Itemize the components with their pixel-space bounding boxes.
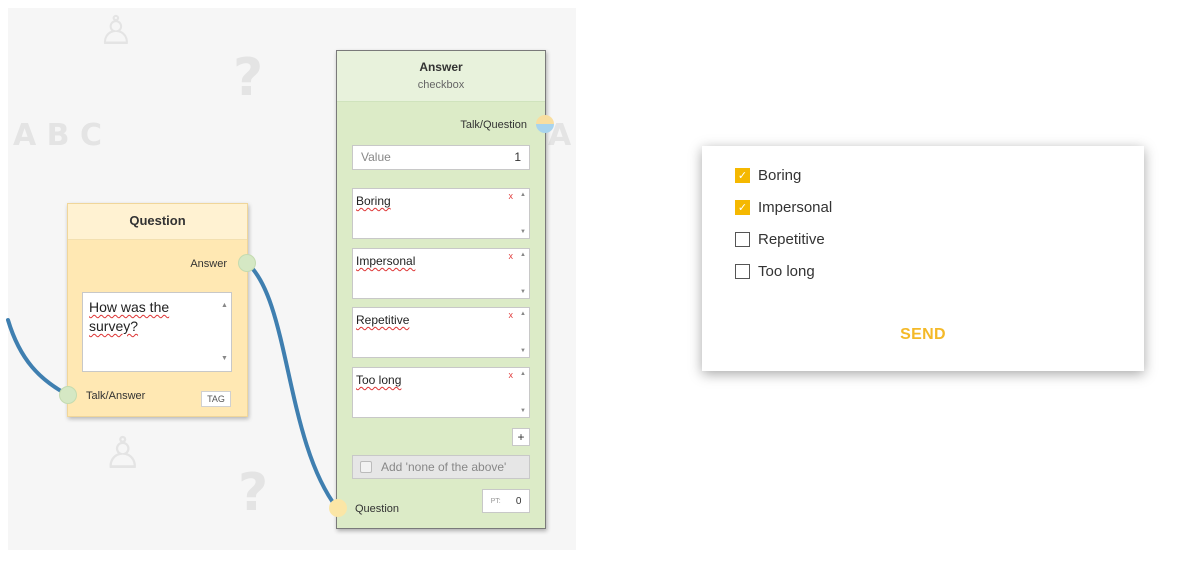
question-text-line1: How was the [89,299,170,315]
speech-bubble-doodle-icon-2: ? [238,463,269,523]
tag-button[interactable]: TAG [201,391,231,407]
answer-node[interactable]: Answer checkbox Talk/Question Value 1 Bo… [336,50,546,529]
none-of-above-label: Add 'none of the above' [381,460,507,474]
choice-label: Impersonal [758,199,833,216]
remove-option-icon[interactable]: x [509,191,514,201]
answer-node-type: checkbox [417,79,465,91]
value-placeholder: Value [361,150,391,164]
question-talk-answer-input-port[interactable] [59,386,77,404]
bunny-doodle-icon-2: ♙ [103,428,143,479]
answer-question-input-port[interactable] [329,499,347,517]
option-scrollbar[interactable]: ▲ ▼ [518,190,528,237]
option-text: Repetitive [356,313,410,327]
choice-label: Repetitive [758,231,825,248]
remove-option-icon[interactable]: x [509,251,514,261]
option-input-impersonal[interactable]: Impersonal x ▲ ▼ [352,248,530,299]
choice-impersonal[interactable]: ✓ Impersonal [735,199,832,216]
option-scrollbar[interactable]: ▲ ▼ [518,309,528,356]
talk-answer-port-label: Talk/Answer [86,390,146,402]
option-text: Boring [356,194,391,208]
option-scrollbar[interactable]: ▲ ▼ [518,369,528,416]
option-scrollbar[interactable]: ▲ ▼ [518,250,528,297]
option-text: Too long [356,373,402,387]
option-input-too-long[interactable]: Too long x ▲ ▼ [352,367,530,418]
none-of-above-checkbox[interactable] [360,461,372,473]
choice-label: Too long [758,263,815,280]
question-answer-output-port[interactable] [238,254,256,272]
value-input[interactable]: Value 1 [352,145,530,170]
pt-value: 0 [515,495,522,507]
answer-node-header: Answer checkbox [337,51,545,102]
option-input-boring[interactable]: Boring x ▲ ▼ [352,188,530,239]
checkbox-unchecked-icon[interactable] [735,232,750,247]
question-text-line2: survey? [89,318,139,334]
pt-label: PT: [490,497,501,505]
choice-repetitive[interactable]: Repetitive [735,231,825,248]
abc-blocks-doodle-icon: A B C [13,118,102,153]
answer-talk-question-output-port[interactable] [536,115,554,133]
choice-boring[interactable]: ✓ Boring [735,167,801,184]
checkbox-checked-icon[interactable]: ✓ [735,168,750,183]
remove-option-icon[interactable]: x [509,310,514,320]
none-of-above-toggle[interactable]: Add 'none of the above' [352,455,530,479]
speech-bubble-doodle-icon: ? [233,48,264,108]
option-input-repetitive[interactable]: Repetitive x ▲ ▼ [352,307,530,358]
question-port-label: Question [355,503,400,515]
checkbox-unchecked-icon[interactable] [735,264,750,279]
option-text: Impersonal [356,254,416,268]
question-text-scrollbar[interactable]: ▲ ▼ [219,294,230,370]
answer-port-label: Answer [190,258,227,270]
add-option-button[interactable]: + [512,428,530,446]
value-number: 1 [514,150,521,164]
question-text-input[interactable]: How was the survey? ▲ ▼ [82,292,232,372]
question-node[interactable]: Question Answer How was the survey? ▲ ▼ T… [67,203,248,417]
send-button[interactable]: SEND [702,326,1144,344]
checkbox-checked-icon[interactable]: ✓ [735,200,750,215]
talk-question-port-label: Talk/Question [460,119,527,131]
choice-too-long[interactable]: Too long [735,263,815,280]
remove-option-icon[interactable]: x [509,370,514,380]
question-node-title: Question [68,204,247,240]
choice-label: Boring [758,167,802,184]
pt-input[interactable]: PT: 0 [482,489,530,513]
answer-preview-card: ✓ Boring ✓ Impersonal Repetitive Too lon… [702,146,1144,371]
bunny-doodle-icon: ♙ [98,8,134,54]
answer-node-title: Answer [419,60,463,74]
